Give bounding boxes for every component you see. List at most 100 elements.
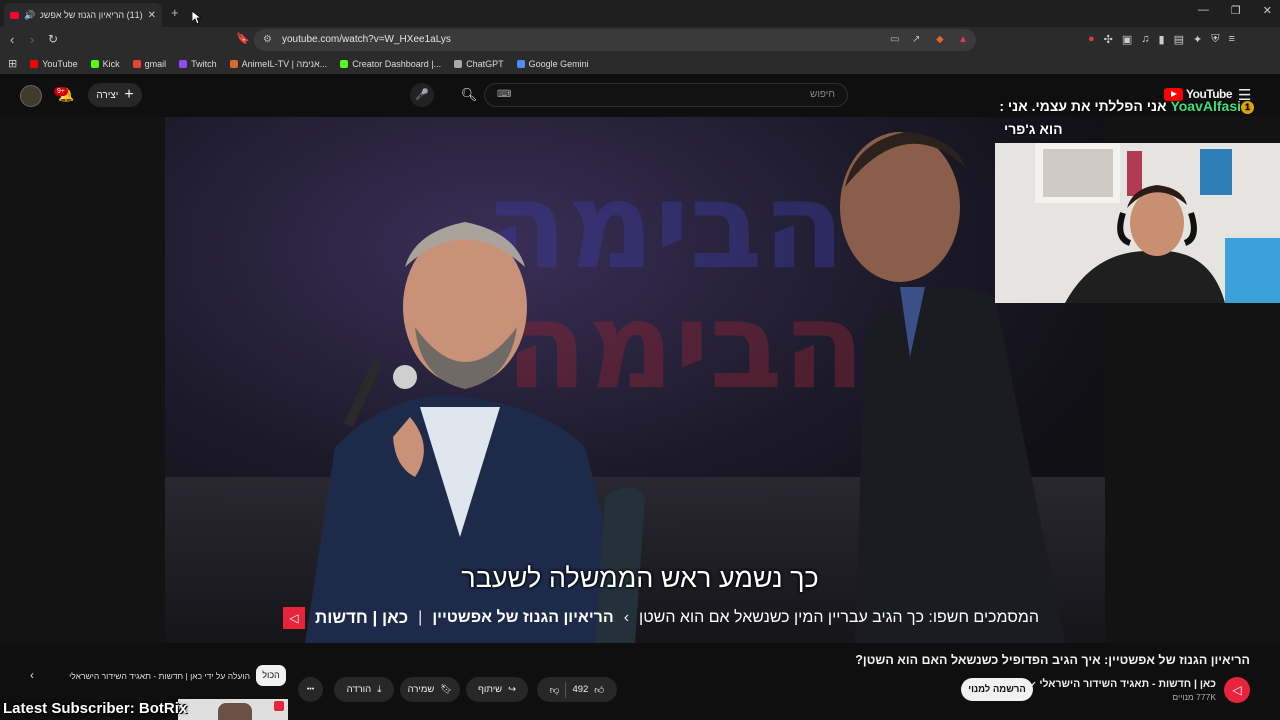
- search-input[interactable]: ⌨ חיפוש: [484, 83, 848, 107]
- download-icon: ⤓: [377, 684, 382, 695]
- create-button[interactable]: יצירה +: [88, 83, 142, 107]
- alert-count-badge: 1: [1241, 101, 1254, 114]
- chyron-separator: |: [418, 609, 423, 626]
- kan-logo-icon: ◁: [283, 607, 305, 629]
- bookmark-label: gmail: [144, 58, 167, 69]
- menu-icon[interactable]: ≡: [1228, 33, 1234, 46]
- share-button[interactable]: ↪ שיתוף: [466, 677, 528, 702]
- share-page-icon[interactable]: ↗: [912, 34, 920, 45]
- thumb-person: [218, 703, 252, 720]
- notification-count-badge: 9+: [54, 87, 68, 96]
- more-actions-button[interactable]: •••: [298, 677, 323, 702]
- new-tab-button[interactable]: +: [171, 5, 179, 20]
- bookmark-favicon-icon: [229, 59, 238, 68]
- brave-shield-icon[interactable]: ◆: [936, 34, 944, 45]
- vpn-icon[interactable]: ⛨: [1211, 33, 1219, 46]
- close-window-button[interactable]: ✕: [1263, 4, 1272, 17]
- video-title: הריאיון הגנוז של אפשטיין: איך הגיב הפדופ…: [855, 653, 1250, 667]
- like-count[interactable]: 492: [572, 684, 588, 695]
- bookmark-favicon-icon: [30, 59, 39, 68]
- kan-thumb-icon: [274, 701, 284, 711]
- svg-text:הבימה: הבימה: [505, 277, 865, 416]
- puzzle-extension-icon[interactable]: ✣: [1104, 33, 1113, 46]
- forward-icon[interactable]: ›: [30, 32, 34, 47]
- save-icon: 🔖︎: [440, 684, 453, 695]
- back-icon[interactable]: ‹: [10, 32, 14, 47]
- browser-tab[interactable]: 🔊 (11) הריאיון הגנוז של אפשטיין ✕: [4, 3, 162, 27]
- tab-title: (11) הריאיון הגנוז של אפשטיין: [40, 10, 143, 20]
- webcam-overlay: [995, 143, 1280, 303]
- channel-avatar[interactable]: ◁: [1224, 677, 1250, 703]
- share-label: שיתוף: [477, 684, 503, 695]
- share-icon: ↪: [508, 684, 517, 695]
- search-icon[interactable]: 🔍︎: [455, 83, 483, 107]
- channel-name[interactable]: כאן | חדשות - תאגיד השידור הישראלי ✔: [1030, 678, 1216, 690]
- extensions-area: ● ✣ ▣ ♫ ▮ ▤ ✦ ⛨ ≡: [1088, 33, 1235, 46]
- bookmark-favicon-icon: [132, 59, 141, 68]
- browser-toolbar: ‹ › ↻ 🔖 ⚙ youtube.com/watch?v=W_HXee1aLy…: [0, 27, 1280, 53]
- save-button[interactable]: 🔖︎ שמירה: [400, 677, 460, 702]
- wallet-icon[interactable]: ▤: [1174, 33, 1184, 46]
- bookmark-label: Google Gemini: [528, 58, 589, 69]
- bookmarks-bar: ⊞ YouTube Kick gmail Twitch AnimeIL-TV | אני…: [0, 53, 1280, 74]
- download-button[interactable]: ⤓ הורדה: [334, 677, 394, 702]
- record-extension-icon[interactable]: ●: [1088, 33, 1095, 46]
- subscribe-button[interactable]: הרשמה למנוי: [961, 678, 1033, 701]
- media-icon[interactable]: ♫: [1141, 33, 1149, 46]
- chyron-show: הריאיון הגנוז של אפשטיין: [432, 609, 614, 626]
- bookmark-label: Creator Dashboard |...: [352, 58, 442, 69]
- dislike-icon[interactable]: 👎︎: [550, 684, 560, 696]
- reload-icon[interactable]: ↻: [48, 32, 58, 46]
- bookmark-favicon-icon: [454, 59, 463, 68]
- close-tab-icon[interactable]: ✕: [148, 10, 156, 21]
- plus-icon: +: [124, 86, 134, 103]
- bookmark-favicon-icon: [179, 59, 188, 68]
- chip-all[interactable]: הכול: [256, 665, 286, 686]
- news-chyron: ◁ כאן | חדשות | הריאיון הגנוז של אפשטיין…: [283, 605, 1078, 631]
- ai-icon[interactable]: ✦: [1193, 33, 1202, 46]
- svg-text:הבימה: הבימה: [485, 157, 845, 296]
- keyboard-icon[interactable]: ⌨: [497, 89, 511, 100]
- url-text[interactable]: youtube.com/watch?v=W_HXee1aLys: [282, 34, 451, 45]
- bookmark-item[interactable]: YouTube: [30, 59, 78, 69]
- like-icon[interactable]: 👍︎: [594, 684, 604, 696]
- related-video-thumbnail[interactable]: [178, 699, 288, 720]
- brave-rewards-icon[interactable]: ▲: [958, 34, 968, 45]
- site-info-icon[interactable]: ⚙: [263, 34, 272, 45]
- sidebar-icon[interactable]: ▮: [1159, 33, 1165, 46]
- maximize-button[interactable]: ❐: [1231, 4, 1241, 17]
- like-divider: [565, 681, 567, 698]
- video-subtitle: כך נשמע ראש הממשלה לשעבר: [461, 563, 819, 593]
- chips-prev-icon[interactable]: ‹: [30, 668, 34, 682]
- avatar[interactable]: [20, 85, 42, 107]
- bookmark-label: Kick: [102, 58, 120, 69]
- bookmark-item[interactable]: gmail: [132, 58, 167, 69]
- youtube-favicon-icon: [10, 11, 19, 19]
- voice-search-icon[interactable]: 🎤: [410, 83, 434, 107]
- alert-username: YoavAlfasi: [1170, 98, 1241, 114]
- bookmark-item[interactable]: Kick: [90, 58, 120, 69]
- bookmark-item[interactable]: Twitch: [179, 59, 217, 69]
- mouse-cursor-icon: [192, 11, 201, 25]
- donation-alert: 1YoavAlfasi אני הפללתי את עצמי. אני :: [999, 98, 1258, 114]
- cast-icon[interactable]: ▭: [890, 34, 899, 45]
- bookmark-label: Twitch: [191, 58, 217, 69]
- screenshot-icon[interactable]: ▣: [1122, 33, 1132, 46]
- download-label: הורדה: [346, 684, 372, 695]
- create-label: יצירה: [96, 89, 119, 101]
- bookmark-icon[interactable]: 🔖: [236, 32, 250, 45]
- channel-subscriber-count: 777K מנויים: [1172, 692, 1216, 702]
- bookmark-label: ChatGPT: [466, 58, 504, 69]
- minimize-button[interactable]: —: [1198, 4, 1209, 17]
- bookmark-favicon-icon: [340, 59, 349, 68]
- bookmark-item[interactable]: Creator Dashboard |...: [340, 59, 441, 69]
- apps-grid-icon[interactable]: ⊞: [8, 57, 17, 70]
- bookmark-item[interactable]: Google Gemini: [516, 58, 589, 69]
- chip-uploaded-by[interactable]: הועלה על ידי כאן | חדשות - תאגיד השידור …: [58, 667, 250, 685]
- bookmark-item[interactable]: ChatGPT: [454, 59, 504, 69]
- bookmark-item[interactable]: AnimeIL-TV | אנימה...: [229, 59, 327, 69]
- speaker-icon[interactable]: 🔊: [24, 10, 35, 21]
- address-bar[interactable]: ⚙ youtube.com/watch?v=W_HXee1aLys ▭ ↗ ◆ …: [254, 29, 976, 51]
- bookmark-favicon-icon: [90, 59, 99, 68]
- alert-message: אני הפללתי את עצמי. אני :: [999, 98, 1167, 114]
